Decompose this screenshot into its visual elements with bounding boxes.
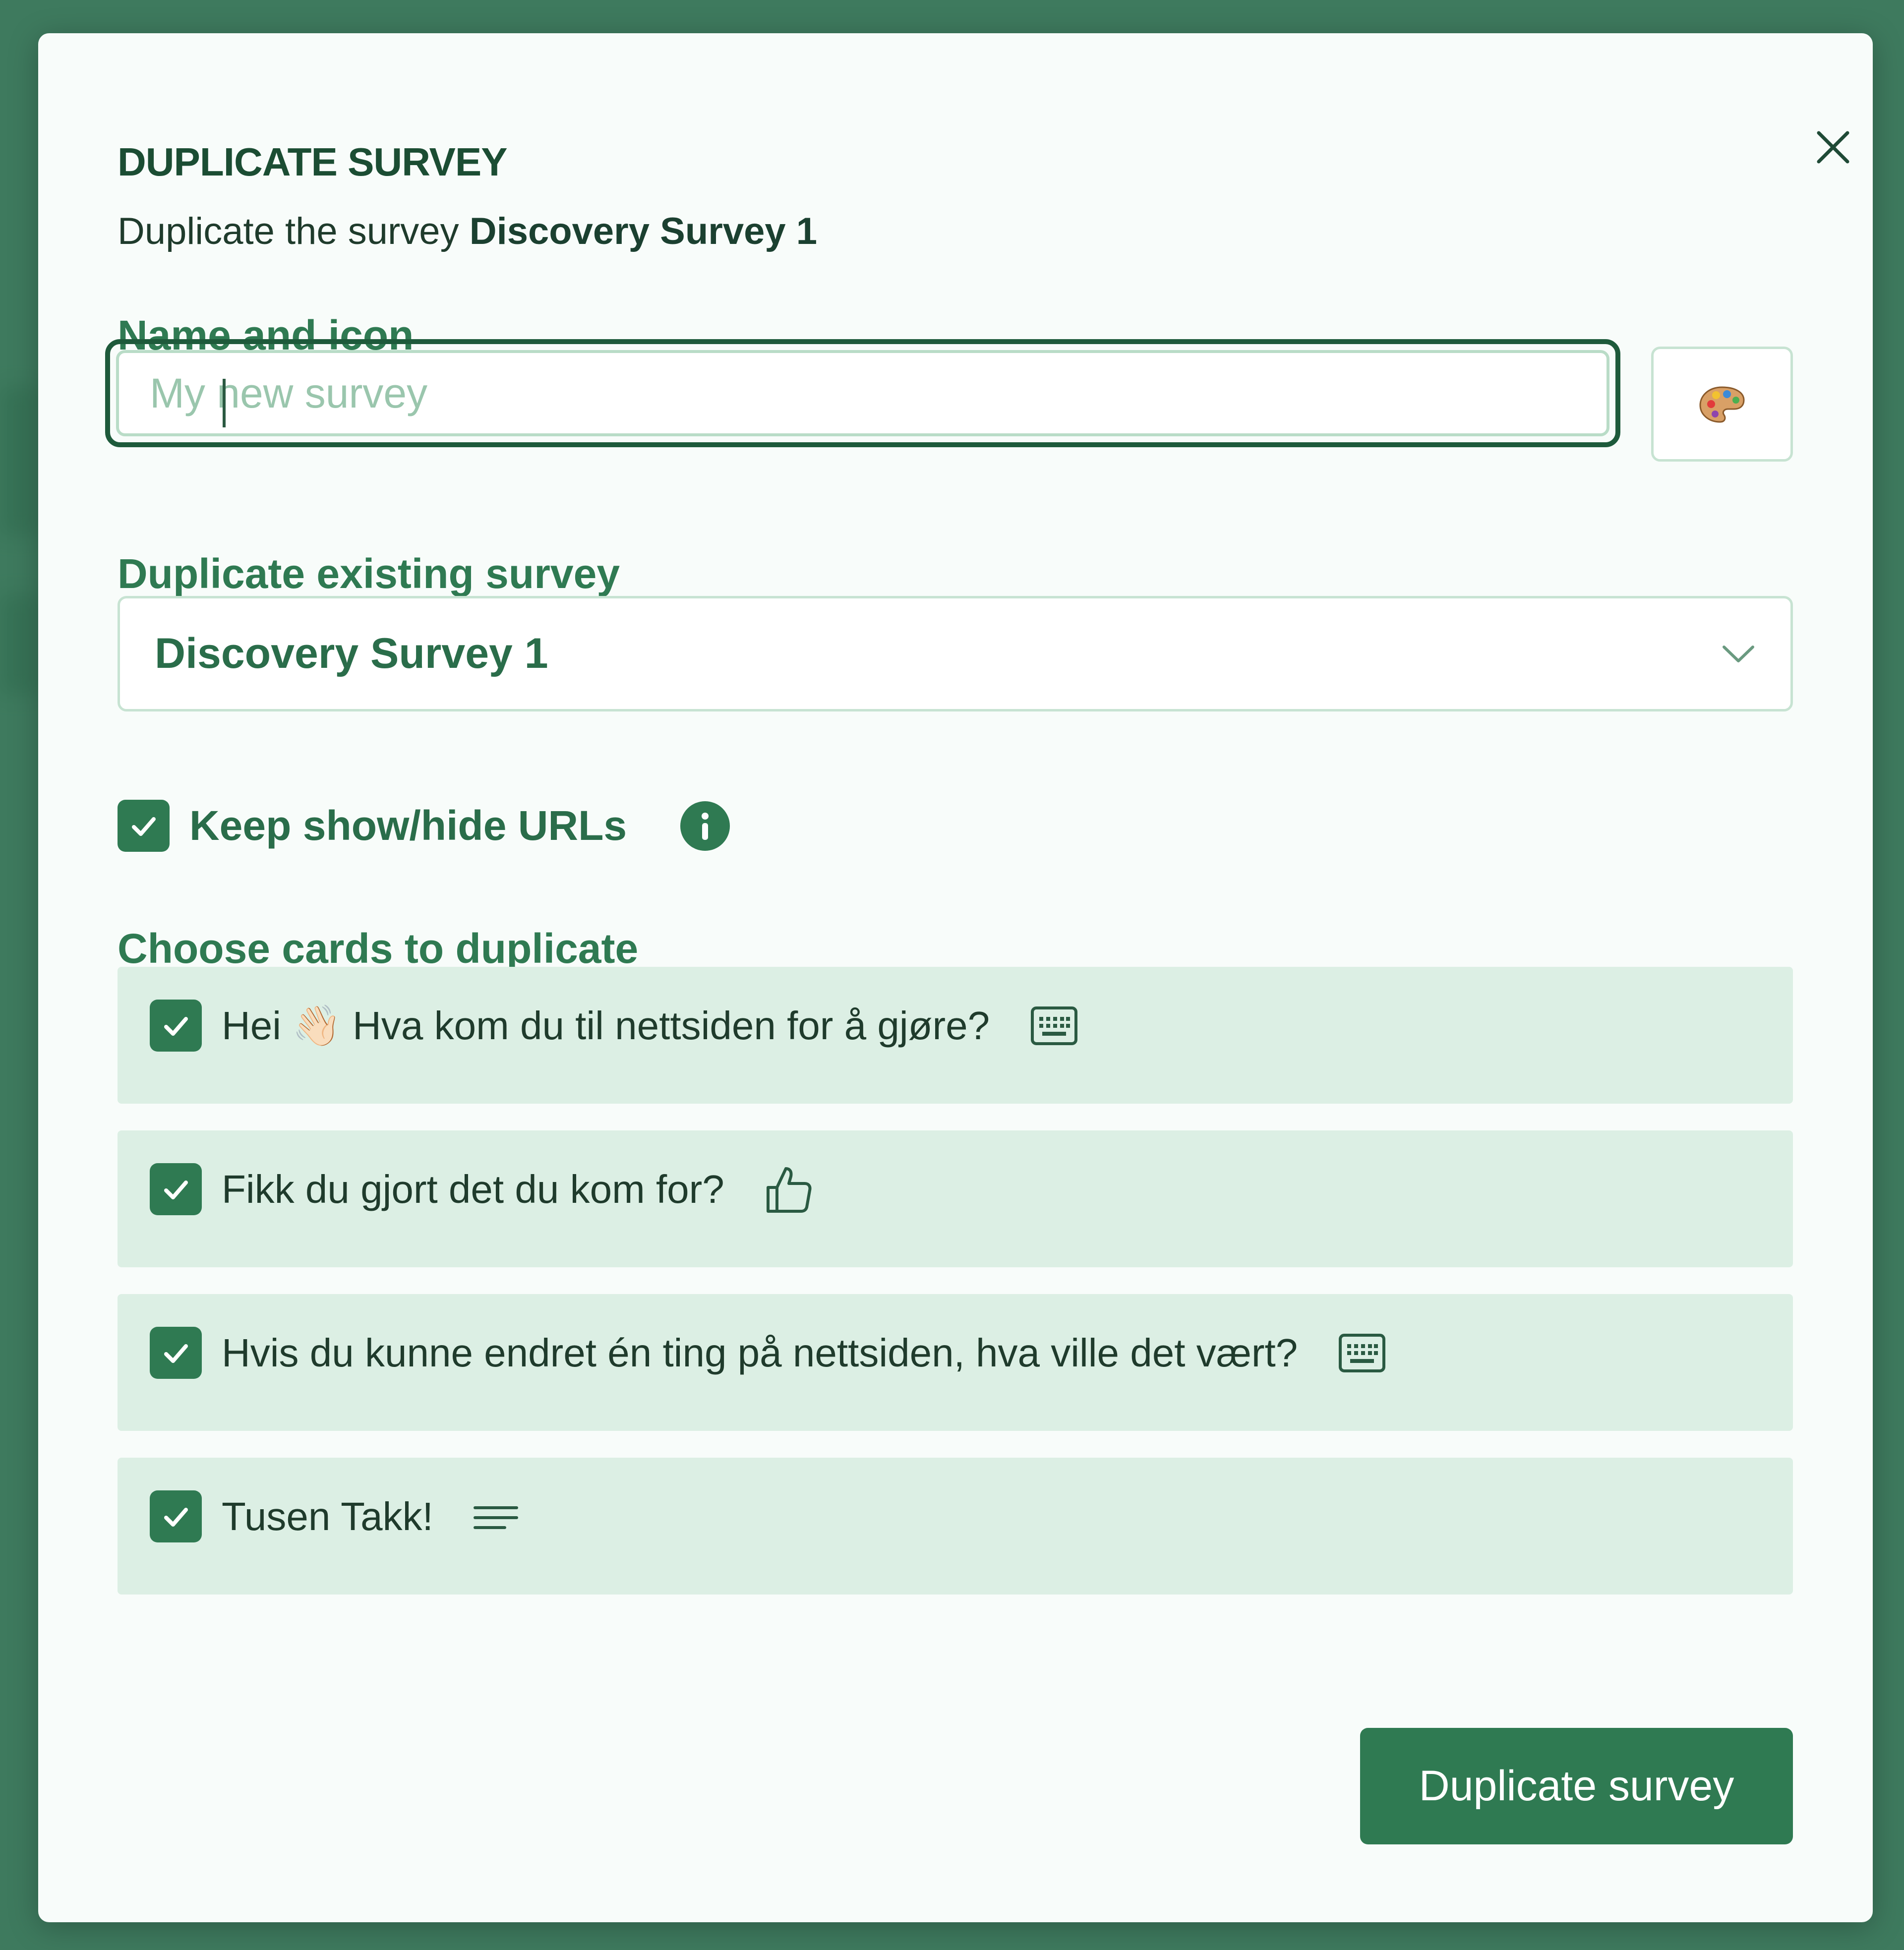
survey-name-field-focus-ring — [105, 339, 1620, 447]
card-question-text: Fikk du gjort det du kom for? — [222, 1167, 724, 1211]
duplicate-existing-survey-label: Duplicate existing survey — [118, 550, 620, 597]
subtitle-survey-name: Discovery Survey 1 — [469, 210, 818, 252]
palette-icon — [1699, 386, 1745, 423]
card-question-text: Hvis du kunne endret én ting på nettside… — [222, 1330, 1298, 1375]
duplicate-survey-button[interactable]: Duplicate survey — [1360, 1728, 1793, 1844]
info-icon[interactable] — [680, 801, 730, 851]
close-button[interactable] — [1808, 122, 1858, 172]
dialog-title: DUPLICATE SURVEY — [118, 140, 508, 184]
choose-cards-label: Choose cards to duplicate — [118, 925, 639, 972]
source-survey-select[interactable]: Discovery Survey 1 — [118, 596, 1793, 711]
thumbs-up-icon — [764, 1164, 814, 1215]
card-checkbox[interactable] — [150, 1000, 202, 1052]
card-item: Hvis du kunne endret én ting på nettside… — [118, 1294, 1793, 1431]
card-item: Hei 👋🏻 Hva kom du til nettsiden for å gj… — [118, 967, 1793, 1104]
keep-urls-checkbox[interactable] — [118, 800, 170, 852]
card-question-text: Hei 👋🏻 Hva kom du til nettsiden for å gj… — [222, 1003, 990, 1048]
card-checkbox[interactable] — [150, 1490, 202, 1542]
info-glyph — [702, 812, 709, 840]
close-icon — [1817, 131, 1849, 164]
dialog-subtitle: Duplicate the survey Discovery Survey 1 — [118, 213, 817, 250]
survey-name-input[interactable] — [116, 350, 1609, 436]
keyboard-icon — [1029, 1005, 1079, 1047]
card-item: Fikk du gjort det du kom for? — [118, 1130, 1793, 1267]
checkmark-icon — [164, 1016, 188, 1036]
card-checkbox[interactable] — [150, 1327, 202, 1379]
selected-survey-value: Discovery Survey 1 — [155, 630, 548, 677]
checkmark-icon — [164, 1344, 188, 1363]
checkmark-icon — [131, 817, 156, 836]
card-item: Tusen Takk! — [118, 1458, 1793, 1595]
subtitle-prefix: Duplicate the survey — [118, 210, 470, 252]
text-caret — [223, 379, 226, 427]
backdrop-shape — [0, 387, 40, 535]
chevron-down-icon — [1723, 645, 1754, 662]
card-checkbox[interactable] — [150, 1163, 202, 1215]
duplicate-survey-dialog: DUPLICATE SURVEY Duplicate the survey Di… — [38, 33, 1873, 1922]
choose-icon-button[interactable] — [1651, 347, 1793, 462]
checkmark-icon — [164, 1180, 188, 1199]
keep-urls-row: Keep show/hide URLs — [118, 800, 730, 852]
keep-urls-label: Keep show/hide URLs — [189, 802, 627, 849]
backdrop-shape — [0, 595, 40, 694]
card-question-text: Tusen Takk! — [222, 1494, 433, 1538]
checkmark-icon — [164, 1507, 188, 1527]
keyboard-icon — [1337, 1332, 1387, 1374]
text-lines-icon — [473, 1497, 520, 1536]
